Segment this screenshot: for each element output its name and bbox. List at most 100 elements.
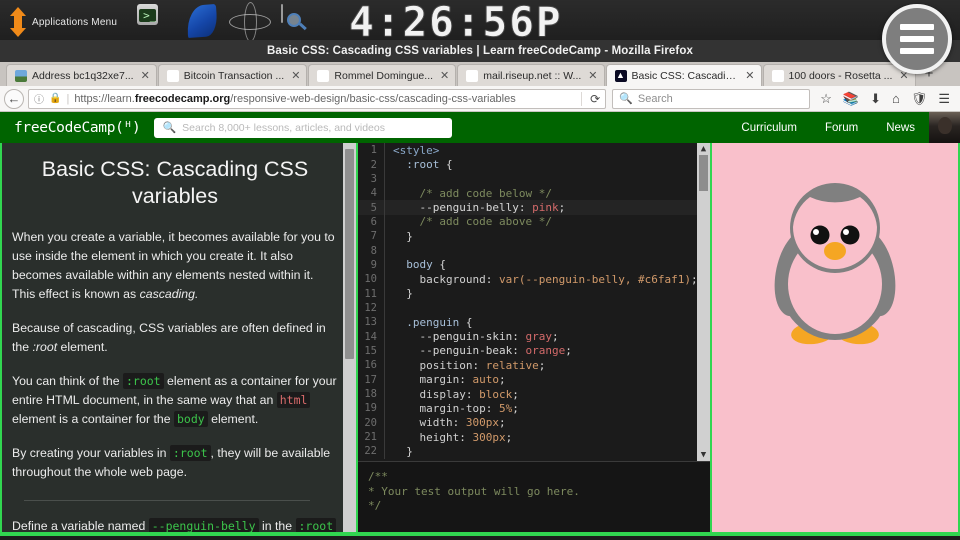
freecodecamp-logo[interactable]: freeCodeCamp(ᴴ) [14, 120, 141, 136]
code-line[interactable]: 17 margin: auto; [358, 372, 710, 387]
line-number: 11 [364, 287, 377, 300]
close-icon[interactable]: ✕ [438, 69, 449, 82]
hamburger-menu-icon[interactable]: ☰ [938, 92, 950, 105]
code-line[interactable]: 8 [358, 243, 710, 258]
code-line[interactable]: 22 } [358, 444, 710, 459]
lesson-p2-emphasis: :root [32, 340, 58, 354]
code-line[interactable]: 3 [358, 171, 710, 187]
fcc-nav: Curriculum Forum News [741, 122, 929, 134]
preview-panel [712, 143, 958, 532]
home-icon[interactable]: ⌂ [892, 92, 900, 105]
code-line[interactable]: 14 --penguin-skin: gray; [358, 329, 710, 344]
lesson-p1-emphasis: cascading. [139, 287, 199, 301]
output-line-3: */ [368, 499, 382, 512]
nav-forum[interactable]: Forum [825, 122, 858, 134]
code-lines[interactable]: 1 <style> 2 :root {3 4 /* add code below */… [358, 143, 710, 459]
line-number: 18 [364, 388, 377, 401]
code-line[interactable]: 16 position: relative; [358, 358, 710, 373]
code-line[interactable]: 10 background: var(--penguin-belly, #c6f… [358, 272, 710, 287]
browser-tab-active[interactable]: ▲ Basic CSS: Cascadin... ✕ [605, 64, 762, 86]
test-output-panel: /** * Your test output will go here. */ [358, 461, 710, 532]
code-line[interactable]: 18 display: block; [358, 386, 710, 402]
browser-tab[interactable]: ★ mail.riseup.net :: W... ✕ [457, 64, 605, 86]
code-line[interactable]: 7 } [358, 229, 710, 244]
tab-strip: Address bc1q32xe7... ✕ B Bitcoin Transac… [0, 62, 960, 86]
code-line[interactable]: 21 height: 300px; [358, 429, 710, 445]
browser-tab[interactable]: Rc 100 doors - Rosetta ... ✕ [762, 64, 916, 86]
code-line-text: margin: auto; [419, 373, 506, 387]
library-icon[interactable]: 📚 [843, 92, 859, 105]
url-separator: | [66, 92, 70, 105]
url-domain: freecodecamp.org [134, 92, 231, 105]
pocket-icon[interactable]: 🛡 [911, 92, 928, 105]
freecodecamp-icon: ▲ [614, 69, 627, 82]
nav-curriculum[interactable]: Curriculum [741, 122, 797, 134]
back-arrow-icon[interactable]: ← [4, 88, 24, 109]
line-number: 16 [364, 359, 377, 372]
tab-title: Basic CSS: Cascadin... [631, 69, 739, 82]
browser-tab[interactable]: B Bitcoin Transaction ... ✕ [157, 64, 308, 86]
scroll-down-icon[interactable]: ▼ [701, 449, 706, 461]
search-placeholder: Search [637, 92, 673, 105]
code-line[interactable]: 15 --penguin-beak: orange; [358, 343, 710, 359]
line-number: 5 [370, 201, 377, 214]
web-browser-icon[interactable] [233, 5, 271, 39]
downloads-icon[interactable]: ⬇ [870, 92, 881, 105]
scroll-up-icon[interactable]: ▲ [701, 143, 706, 155]
bookmark-star-icon[interactable]: ☆ [820, 92, 832, 105]
browser-tab[interactable]: ○ Rommel Domingue... ✕ [308, 64, 457, 86]
desktop-panel: Applications Menu >_ 4:26:56P [0, 0, 960, 44]
close-icon[interactable]: ✕ [289, 69, 300, 82]
code-editor[interactable]: 1 <style> 2 :root {3 4 /* add code below */… [358, 143, 710, 461]
tab-title: mail.riseup.net :: W... [483, 69, 582, 82]
close-icon[interactable]: ✕ [743, 69, 754, 82]
avatar[interactable] [929, 112, 960, 143]
overlay-menu-button[interactable] [882, 4, 952, 74]
lesson-scrollbar[interactable] [343, 143, 356, 532]
code-line[interactable]: 13 .penguin { [358, 315, 710, 330]
code-line-text: --penguin-skin: gray; [419, 330, 559, 344]
code-line[interactable]: 6 /* add code above */ [358, 214, 710, 230]
code-line-text: } [393, 229, 413, 243]
nav-news[interactable]: News [886, 122, 915, 134]
lesson-scrollbar-thumb[interactable] [345, 149, 354, 359]
code-line[interactable]: 20 width: 300px; [358, 415, 710, 430]
code-line-text: /* add code above */ [419, 215, 552, 229]
code-line[interactable]: 4 /* add code below */ [358, 186, 710, 201]
code-line[interactable]: 9 body { [358, 257, 710, 273]
code-line-text: position: relative; [419, 358, 546, 372]
ring-icon: ○ [317, 69, 330, 82]
applications-menu-button[interactable]: Applications Menu [0, 0, 125, 44]
code-line[interactable]: 2 :root { [358, 157, 710, 172]
code-line[interactable]: 11 } [358, 286, 710, 301]
code-line[interactable]: 19 margin-top: 5%; [358, 401, 710, 416]
terminal-icon[interactable]: >_ [137, 4, 175, 39]
code-scrollbar-thumb[interactable] [699, 155, 708, 191]
lesson-p3-a: You can think of the [12, 374, 123, 388]
line-number: 4 [370, 187, 377, 200]
code-line[interactable]: 1 <style> [358, 143, 710, 158]
browser-search-box[interactable]: 🔍 Search [612, 88, 811, 109]
wireshark-icon[interactable] [185, 3, 223, 39]
fcc-search-input[interactable]: 🔍 Search 8,000+ lessons, articles, and v… [154, 117, 453, 138]
browser-tab[interactable]: Address bc1q32xe7... ✕ [6, 64, 157, 86]
search-icon: 🔍 [619, 93, 633, 105]
info-icon[interactable]: ⓘ [34, 91, 44, 106]
lesson-paragraph-2: Because of cascading, CSS variables are … [12, 319, 338, 357]
tab-title: 100 doors - Rosetta ... [788, 69, 893, 82]
line-number: 1 [370, 144, 377, 157]
code-line-text: .penguin { [406, 315, 473, 329]
code-line-text: background: var(--penguin-belly, #c6faf1… [419, 272, 698, 286]
document-viewer-icon[interactable] [281, 4, 319, 39]
code-line[interactable]: 12 [358, 300, 710, 316]
close-icon[interactable]: ✕ [586, 69, 597, 82]
code-line[interactable]: 5 --penguin-belly: pink; [358, 200, 710, 215]
code-scrollbar[interactable]: ▲ ▼ [697, 143, 710, 461]
lesson-paragraph-4: By creating your variables in :root, the… [12, 444, 338, 482]
url-bar[interactable]: ⓘ 🔒 | https://learn.freecodecamp.org/res… [28, 88, 607, 109]
reload-icon[interactable]: ⟳ [581, 91, 600, 106]
window-title: Basic CSS: Cascading CSS variables | Lea… [0, 40, 960, 62]
close-icon[interactable]: ✕ [139, 69, 150, 82]
lesson-p4-a: By creating your variables in [12, 446, 170, 460]
rosettacode-icon: Rc [771, 69, 784, 82]
